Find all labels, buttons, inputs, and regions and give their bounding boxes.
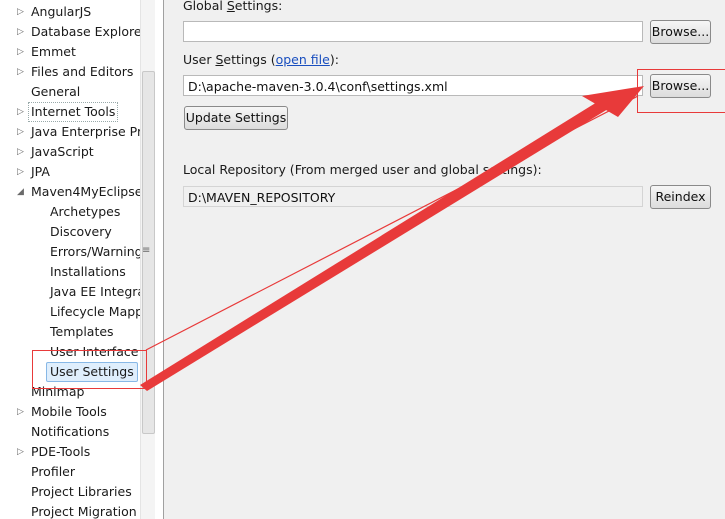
tree-item-label: Internet Tools <box>28 102 119 122</box>
tree-item[interactable]: Archetypes <box>0 202 140 222</box>
collapse-arrow-icon[interactable]: ◢ <box>17 182 27 202</box>
reindex-button[interactable]: Reindex <box>650 185 711 209</box>
tree-item-label: Java Enterprise Pr <box>31 124 140 139</box>
expand-arrow-icon[interactable]: ▷ <box>17 102 27 122</box>
tree-item[interactable]: Lifecycle Mapp <box>0 302 140 322</box>
tree-item-label: JavaScript <box>31 144 94 159</box>
annotation-box-browse <box>637 69 725 113</box>
user-settings-label-rest: ettings ( <box>223 52 276 67</box>
tree-item[interactable]: ▷ JavaScript <box>0 142 140 162</box>
tree-item[interactable]: Java EE Integra <box>0 282 140 302</box>
tree-item-label: General <box>31 84 81 99</box>
scroll-grip-icon: ≡ <box>142 245 151 256</box>
preferences-tree: ▷ AngularJS ▷ Database Explorer ▷ Emmet ▷ Files… <box>0 0 140 519</box>
tree-item-label: Maven4MyEclipse <box>31 184 140 199</box>
expand-arrow-icon[interactable]: ▷ <box>17 122 27 142</box>
tree-item-label: Database Explorer <box>31 24 140 39</box>
tree-item-label: Profiler <box>31 464 76 479</box>
tree-item[interactable]: Notifications <box>0 422 140 442</box>
tree-item-label: Errors/Warning <box>50 244 140 259</box>
tree-scrollbar[interactable] <box>140 0 155 519</box>
user-settings-label-text: User <box>183 52 216 67</box>
expand-arrow-icon[interactable]: ▷ <box>17 442 27 462</box>
global-settings-label-rest: ettings: <box>234 0 283 13</box>
tree-item[interactable]: ▷ Internet Tools <box>0 102 140 122</box>
annotation-box-user-settings <box>32 350 147 389</box>
tree-item-label: Project Libraries <box>31 484 132 499</box>
tree-item[interactable]: ▷ Database Explorer <box>0 22 140 42</box>
expand-arrow-icon[interactable]: ▷ <box>17 142 27 162</box>
expand-arrow-icon[interactable]: ▷ <box>17 402 27 422</box>
global-settings-label: Global Settings: <box>183 0 282 13</box>
tree-item[interactable]: Templates <box>0 322 140 342</box>
tree-item-label: Java EE Integra <box>50 284 140 299</box>
expand-arrow-icon[interactable]: ▷ <box>17 22 27 42</box>
tree-item[interactable]: Installations <box>0 262 140 282</box>
tree-item[interactable]: ▷ Emmet <box>0 42 140 62</box>
tree-item[interactable]: Project Libraries <box>0 482 140 502</box>
preferences-window: ▷ AngularJS ▷ Database Explorer ▷ Emmet ▷ Files… <box>0 0 725 519</box>
tree-item-label: Project Migration <box>31 504 137 519</box>
tree-item[interactable]: Profiler <box>0 462 140 482</box>
tree-item-label: Installations <box>50 264 126 279</box>
user-settings-label-end: ): <box>329 52 339 67</box>
tree-item[interactable]: General <box>0 82 140 102</box>
tree-item-label: PDE-Tools <box>31 444 91 459</box>
global-settings-label-text: Global <box>183 0 227 13</box>
tree-item-label: Lifecycle Mapp <box>50 304 140 319</box>
tree-item-label: Mobile Tools <box>31 404 107 419</box>
global-settings-mnemonic: S <box>226 0 235 13</box>
tree-item-label: Files and Editors <box>31 64 134 79</box>
tree-item-label: Emmet <box>31 44 76 59</box>
tree-item[interactable]: Discovery <box>0 222 140 242</box>
tree-item-label: Notifications <box>31 424 110 439</box>
expand-arrow-icon[interactable]: ▷ <box>17 62 27 82</box>
global-settings-input[interactable] <box>183 21 643 42</box>
update-settings-button[interactable]: Update Settings <box>184 106 288 130</box>
tree-item[interactable]: ◢ Maven4MyEclipse <box>0 182 140 202</box>
tree-item[interactable]: ▷ Java Enterprise Pr <box>0 122 140 142</box>
expand-arrow-icon[interactable]: ▷ <box>17 162 27 182</box>
tree-item[interactable]: ▷ PDE-Tools <box>0 442 140 462</box>
tree-item-label: Archetypes <box>50 204 121 219</box>
tree-item-label: AngularJS <box>31 4 92 19</box>
tree-item[interactable]: ▷ Mobile Tools <box>0 402 140 422</box>
user-settings-input[interactable]: D:\apache-maven-3.0.4\conf\settings.xml <box>183 75 643 96</box>
tree-item-label: JPA <box>31 164 50 179</box>
local-repository-input: D:\MAVEN_REPOSITORY <box>183 186 643 207</box>
local-repository-label: Local Repository (From merged user and g… <box>183 162 542 177</box>
expand-arrow-icon[interactable]: ▷ <box>17 42 27 62</box>
expand-arrow-icon[interactable]: ▷ <box>17 2 27 22</box>
tree-item-label: Templates <box>50 324 114 339</box>
tree-item[interactable]: Errors/Warning <box>0 242 140 262</box>
global-browse-button[interactable]: Browse... <box>650 20 711 44</box>
tree-item[interactable]: Project Migration <box>0 502 140 519</box>
tree-item[interactable]: ▷ Files and Editors <box>0 62 140 82</box>
open-file-link[interactable]: open file <box>276 52 330 67</box>
tree-item[interactable]: ▷ AngularJS <box>0 2 140 22</box>
user-settings-label: User Settings (open file): <box>183 52 339 67</box>
tree-item-label: Discovery <box>50 224 112 239</box>
tree-item[interactable]: ▷ JPA <box>0 162 140 182</box>
